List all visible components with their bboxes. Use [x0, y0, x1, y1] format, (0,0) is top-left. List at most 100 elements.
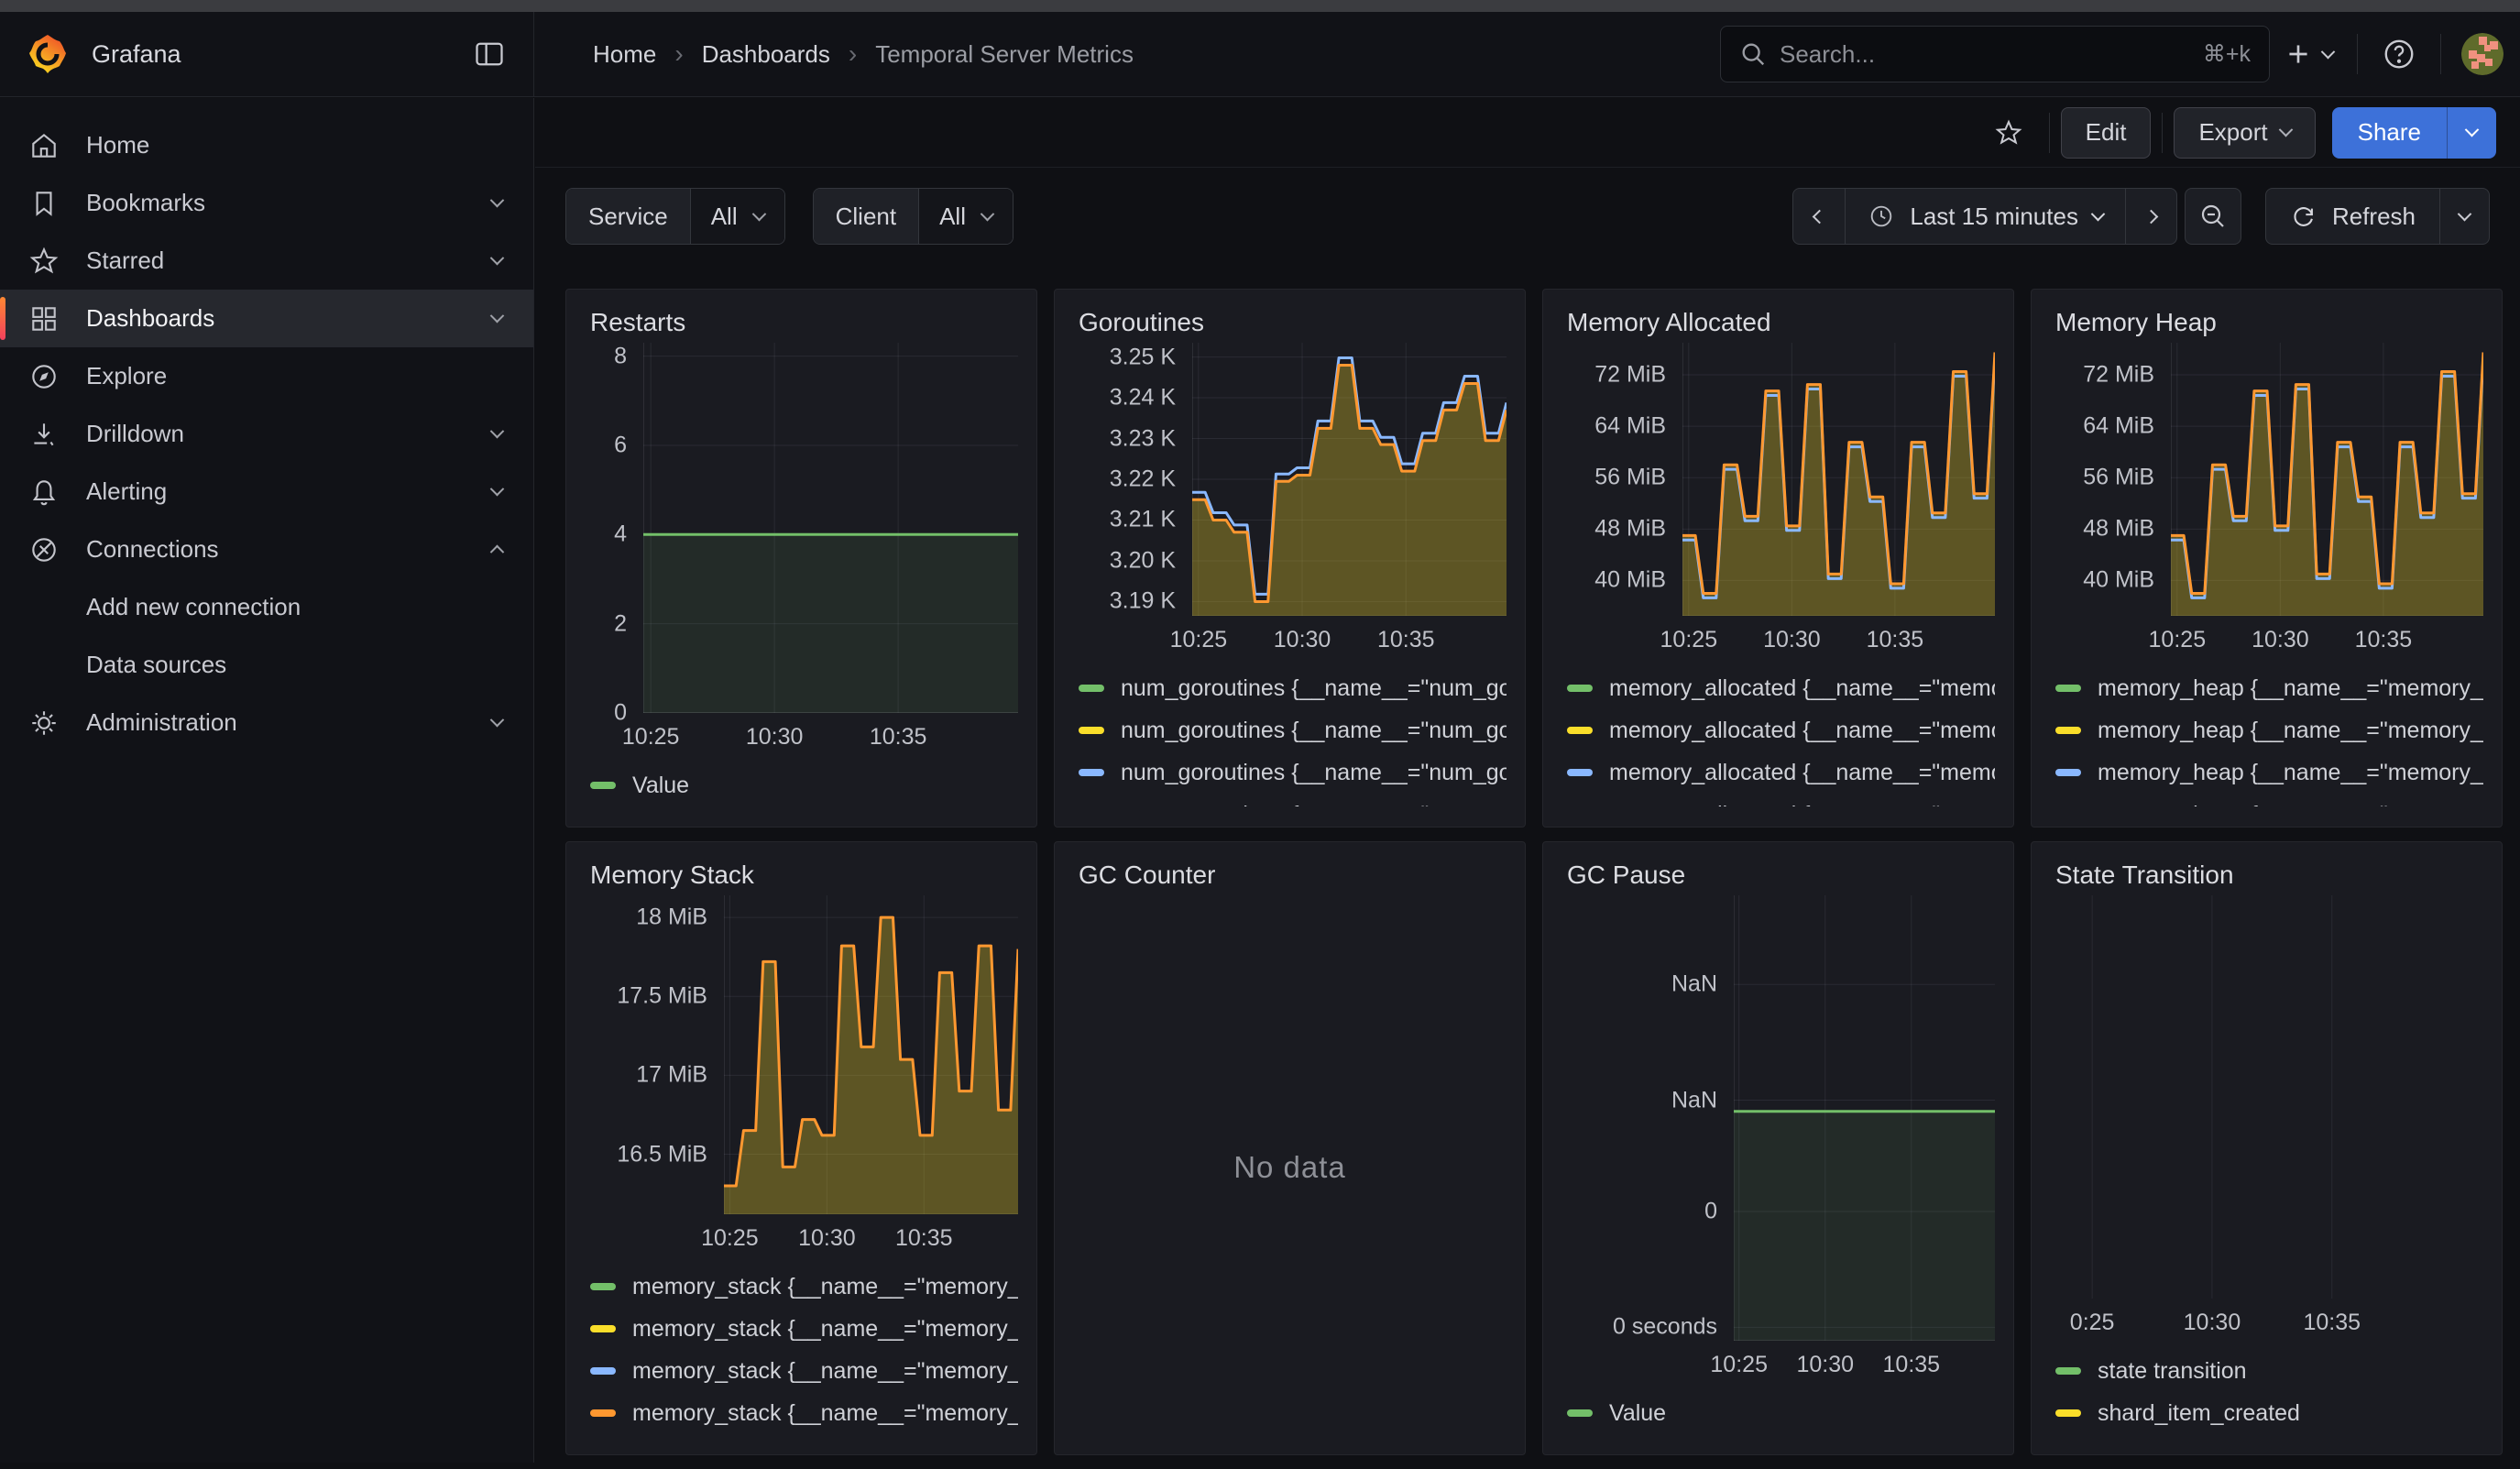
time-range-picker[interactable]: Last 15 minutes: [1845, 189, 2125, 244]
legend-item[interactable]: num_goroutines {__name__="num_go: [1079, 709, 1507, 751]
legend-item[interactable]: memory_stack {__name__="memory_s: [590, 1308, 1018, 1350]
chevron-down-icon[interactable]: [490, 424, 505, 439]
panel-title[interactable]: State Transition: [2055, 861, 2483, 890]
x-axis: 10:2510:3010:35: [724, 1214, 1018, 1258]
panel-grid: Restarts 86420 10:2510:3010:35 Value: [565, 289, 2504, 1469]
refresh-button[interactable]: Refresh: [2266, 189, 2439, 244]
dashboards-grid-icon: [27, 303, 60, 334]
export-button[interactable]: Export: [2174, 107, 2315, 159]
legend-item[interactable]: memory_allocated {__name__="memo: [1567, 751, 1995, 794]
sidebar-item-add-new-connection[interactable]: Add new connection: [0, 578, 533, 636]
x-axis-tick-label: 10:35: [895, 1225, 953, 1252]
chevron-up-icon[interactable]: [490, 545, 505, 560]
search-input[interactable]: [1780, 40, 2190, 69]
grafana-logo-icon[interactable]: [27, 34, 68, 74]
sidebar-item-starred[interactable]: Starred: [0, 232, 533, 290]
sidebar-item-label: Bookmarks: [86, 189, 205, 217]
legend-item[interactable]: memory_allocated {__name__="memo: [1567, 709, 1995, 751]
sidebar-item-data-sources[interactable]: Data sources: [0, 636, 533, 694]
legend-item[interactable]: memory_heap {__name__="memory_h: [2055, 667, 2483, 709]
sidebar-collapse-icon[interactable]: [473, 38, 506, 71]
favorite-star-icon[interactable]: [1994, 118, 2023, 148]
refresh-interval-caret[interactable]: [2439, 189, 2489, 244]
plot-area[interactable]: [2063, 895, 2483, 1299]
chevron-down-icon[interactable]: [490, 309, 505, 323]
breadcrumb-current-page: Temporal Server Metrics: [875, 40, 1134, 69]
zoom-out-button[interactable]: [2185, 188, 2241, 245]
breadcrumb-home[interactable]: Home: [593, 40, 656, 69]
service-filter[interactable]: Service All: [565, 188, 785, 245]
sidebar-item-bookmarks[interactable]: Bookmarks: [0, 174, 533, 232]
legend-item[interactable]: state transition: [2055, 1350, 2483, 1392]
panel-title[interactable]: Restarts: [590, 308, 1018, 337]
client-filter-value[interactable]: All: [918, 189, 1013, 244]
sidebar-item-alerting[interactable]: Alerting: [0, 463, 533, 521]
y-axis-tick-label: 3.20 K: [1110, 547, 1176, 574]
share-menu-caret[interactable]: [2447, 107, 2496, 159]
search-icon: [1739, 40, 1767, 68]
service-filter-value[interactable]: All: [690, 189, 784, 244]
x-axis-tick-label: 10:25: [622, 724, 680, 751]
legend-item[interactable]: num_goroutines {__name__="num_go: [1079, 667, 1507, 709]
panel-title[interactable]: Goroutines: [1079, 308, 1507, 337]
sidebar-item-connections[interactable]: Connections: [0, 521, 533, 578]
legend: memory_stack {__name__="memory_s memory_…: [590, 1266, 1018, 1434]
legend-label: memory_stack {__name__="memory_s: [632, 1274, 1018, 1300]
time-shift-forward-button[interactable]: [2125, 189, 2176, 244]
series-color-chip: [1567, 1409, 1593, 1417]
panel-title[interactable]: GC Counter: [1079, 861, 1507, 890]
star-icon: [27, 246, 60, 277]
legend-item[interactable]: memory_heap {__name__="memory_h: [2055, 709, 2483, 751]
brand-area: Grafana: [0, 12, 534, 96]
legend: num_goroutines {__name__="num_go num_gor…: [1079, 667, 1507, 806]
x-axis-tick-label: 10:25: [2149, 627, 2207, 653]
timeseries-chart: 72 MiB64 MiB56 MiB48 MiB40 MiB 10:2510:3…: [1561, 343, 1995, 660]
panel-title[interactable]: Memory Heap: [2055, 308, 2483, 337]
panel-title[interactable]: Memory Stack: [590, 861, 1018, 890]
legend-item[interactable]: memory_allocated {__name__="memo: [1567, 794, 1995, 806]
legend-item[interactable]: memory_heap {__name__="memory_h: [2055, 751, 2483, 794]
legend-item[interactable]: num_goroutines {__name__="num_go: [1079, 751, 1507, 794]
plot-area[interactable]: [1192, 343, 1507, 616]
sidebar-item-administration[interactable]: Administration: [0, 694, 533, 751]
legend-item[interactable]: Value: [590, 764, 1018, 806]
sidebar-item-dashboards[interactable]: Dashboards: [0, 290, 533, 347]
plot-area[interactable]: [2171, 343, 2483, 616]
sidebar-item-label: Explore: [86, 362, 167, 390]
chevron-down-icon[interactable]: [490, 713, 505, 728]
sidebar-item-home[interactable]: Home: [0, 116, 533, 174]
legend-item[interactable]: num_goroutines {__name__="num_go: [1079, 794, 1507, 806]
help-icon[interactable]: [2382, 37, 2416, 71]
legend-item[interactable]: memory_stack {__name__="memory_s: [590, 1392, 1018, 1434]
series-color-chip: [590, 1325, 616, 1332]
legend-item[interactable]: memory_heap {__name__="memory_h: [2055, 794, 2483, 806]
add-new-button[interactable]: [2283, 38, 2333, 70]
y-axis-tick-label: 40 MiB: [1594, 567, 1666, 594]
chevron-down-icon[interactable]: [490, 251, 505, 266]
plot-area[interactable]: [643, 343, 1018, 713]
y-axis-tick-label: 3.25 K: [1110, 344, 1176, 370]
legend-item[interactable]: memory_stack {__name__="memory_s: [590, 1266, 1018, 1308]
user-avatar[interactable]: [2461, 33, 2504, 75]
sidebar-item-drilldown[interactable]: Drilldown: [0, 405, 533, 463]
legend-item[interactable]: shard_item_created: [2055, 1392, 2483, 1434]
clock-icon: [1868, 203, 1895, 230]
panel-title[interactable]: Memory Allocated: [1567, 308, 1995, 337]
breadcrumb-dashboards[interactable]: Dashboards: [702, 40, 830, 69]
share-button[interactable]: Share: [2332, 107, 2447, 159]
legend-item[interactable]: memory_stack {__name__="memory_s: [590, 1350, 1018, 1392]
time-shift-back-button[interactable]: [1793, 189, 1845, 244]
legend-item[interactable]: memory_allocated {__name__="memo: [1567, 667, 1995, 709]
edit-button[interactable]: Edit: [2061, 107, 2152, 159]
legend-item[interactable]: Value: [1567, 1392, 1995, 1434]
search-box[interactable]: ⌘+k: [1720, 26, 2270, 82]
chevron-down-icon[interactable]: [490, 482, 505, 497]
client-filter[interactable]: Client All: [813, 188, 1013, 245]
plot-area[interactable]: [1734, 895, 1995, 1341]
panel-title[interactable]: GC Pause: [1567, 861, 1995, 890]
sidebar-item-explore[interactable]: Explore: [0, 347, 533, 405]
chevron-down-icon[interactable]: [490, 193, 505, 208]
plot-area[interactable]: [1682, 343, 1995, 616]
y-axis-tick-label: 48 MiB: [2083, 516, 2154, 543]
plot-area[interactable]: [724, 895, 1018, 1214]
